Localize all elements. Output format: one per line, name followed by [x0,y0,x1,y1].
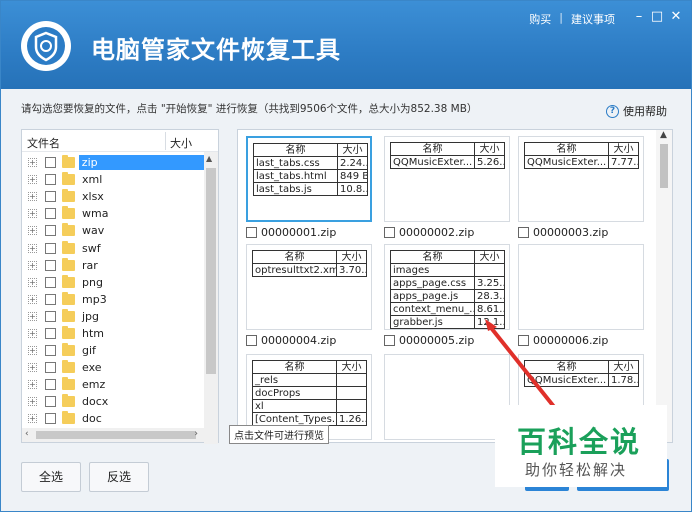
watermark-title: 百科全说 [517,425,642,459]
watermark: 百科全说 助你轻松解决 [495,405,667,487]
watermark-subtitle: 助你轻松解决 [525,461,628,479]
app-window: 电脑管家文件恢复工具 购买 | 建议事项 – □ ✕ 请勾选您要恢复的文件，点击… [0,0,692,512]
